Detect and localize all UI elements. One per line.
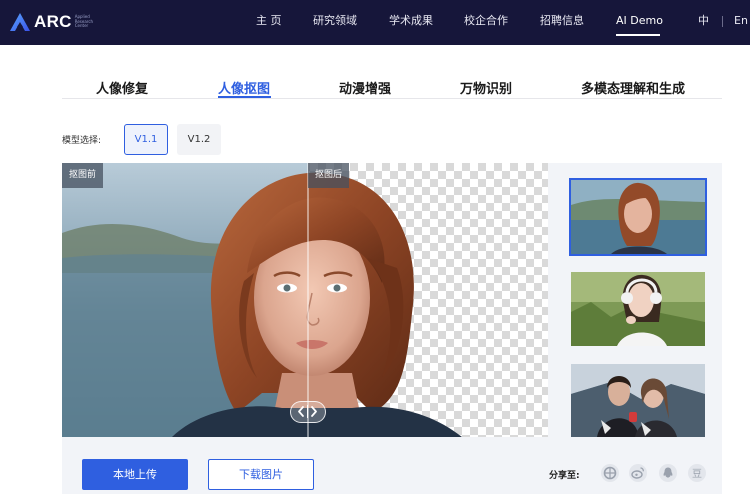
nav-item-publications[interactable]: 学术成果	[389, 0, 433, 45]
compare-slider-handle[interactable]	[290, 401, 326, 423]
nav-item-cooperation[interactable]: 校企合作	[464, 0, 508, 45]
model-version-v1-1-button[interactable]: V1.1	[124, 124, 168, 155]
qq-icon[interactable]	[658, 463, 678, 483]
tab-portrait-restoration[interactable]: 人像修复	[96, 78, 148, 97]
nav-item-jobs[interactable]: 招聘信息	[540, 0, 584, 45]
chevron-right-icon	[311, 406, 317, 417]
nav-item-ai-demo[interactable]: AI Demo	[616, 0, 663, 45]
download-image-button[interactable]: 下载图片	[208, 459, 314, 490]
compare-stage[interactable]	[62, 163, 548, 437]
douban-icon[interactable]: 豆	[687, 463, 707, 483]
local-upload-button[interactable]: 本地上传	[82, 459, 188, 490]
brand-subtitle: Applied Research Center	[74, 14, 94, 29]
share-label: 分享至:	[549, 471, 580, 481]
thumbnail-red-hair-woman[interactable]	[569, 178, 707, 256]
tab-active-indicator	[218, 96, 271, 98]
portrait-compare-image	[62, 163, 548, 437]
nav-item-home[interactable]: 主 页	[256, 0, 282, 45]
after-label-badge: 抠图后	[308, 163, 350, 188]
tabs-divider	[62, 98, 722, 99]
thumbnail-couple[interactable]	[571, 364, 705, 437]
model-select-label: 模型选择:	[62, 136, 102, 146]
model-version-v1-2-button[interactable]: V1.2	[177, 124, 221, 155]
tab-object-recognition[interactable]: 万物识别	[460, 78, 512, 97]
tab-portrait-matting[interactable]: 人像抠图	[218, 78, 270, 97]
wechat-moments-icon[interactable]	[600, 463, 620, 483]
weibo-icon[interactable]	[628, 463, 648, 483]
nav-item-research[interactable]: 研究领域	[313, 0, 357, 45]
tab-anime-enhancement[interactable]: 动漫增强	[339, 78, 391, 97]
lang-en[interactable]: En	[734, 0, 748, 45]
chevron-left-icon	[298, 406, 304, 417]
arc-logo-icon	[10, 13, 30, 31]
logo[interactable]: ARC Applied Research Center	[9, 9, 105, 35]
brand-name: ARC	[34, 12, 72, 31]
thumbnail-headphones-woman[interactable]	[571, 272, 705, 346]
before-label-badge: 抠图前	[62, 163, 104, 188]
tab-multimodal[interactable]: 多模态理解和生成	[581, 78, 685, 97]
lang-divider	[722, 16, 723, 27]
top-navigation-bar: ARC Applied Research Center 主 页 研究领域 学术成…	[0, 0, 750, 45]
svg-text:豆: 豆	[692, 468, 702, 480]
lang-zh[interactable]: 中	[698, 0, 709, 45]
nav-active-indicator	[616, 34, 660, 36]
